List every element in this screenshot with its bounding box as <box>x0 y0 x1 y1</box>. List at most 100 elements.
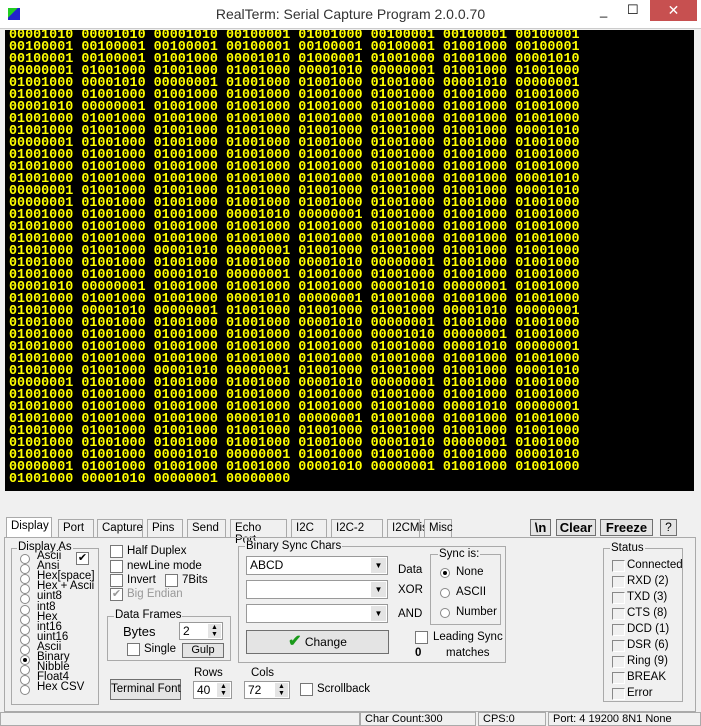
cols-spinner[interactable]: 72 ▲ ▼ <box>244 681 290 699</box>
single-label: Single <box>144 643 176 655</box>
invert-label: Invert <box>127 574 156 586</box>
bytes-spinner[interactable]: 2 ▲ ▼ <box>179 622 223 640</box>
leading-sync-label: Leading Sync <box>433 631 503 643</box>
freeze-button[interactable]: Freeze <box>600 519 653 536</box>
help-button[interactable]: ? <box>660 519 677 536</box>
title-bar: RealTerm: Serial Capture Program 2.0.0.7… <box>0 0 701 29</box>
checkmark-icon: ✔ <box>288 633 302 650</box>
tab-pins[interactable]: Pins <box>147 519 183 537</box>
status-led-icon <box>612 640 625 652</box>
status-label: BREAK <box>627 671 666 683</box>
tab-i2cmisc[interactable]: I2CMisc <box>387 519 434 537</box>
sync-is-option-label: Number <box>456 606 497 618</box>
sync-is-option-label: ASCII <box>456 586 487 598</box>
clear-button[interactable]: Clear <box>556 519 596 536</box>
status-label: Ring (9) <box>627 655 668 667</box>
invert-checkbox[interactable] <box>110 574 123 587</box>
spin-arrows-icon[interactable]: ▲ ▼ <box>275 683 288 697</box>
sync-xor-combo[interactable]: ▼ <box>246 580 388 599</box>
newline-mode-label: newLine mode <box>127 560 202 572</box>
terminal-line: 01001000 00001010 00000001 00000000 <box>9 472 291 487</box>
sync-data-combo[interactable]: ABCD ▼ <box>246 556 388 575</box>
tab-send[interactable]: Send <box>187 519 226 537</box>
tab-i2c[interactable]: I2C <box>291 519 327 537</box>
xor-label: XOR <box>398 584 423 596</box>
cols-label: Cols <box>251 667 275 679</box>
terminal-font-button[interactable]: Terminal Font <box>110 679 181 700</box>
data-label: Data <box>398 564 423 576</box>
char-count: Char Count:300 <box>360 712 476 726</box>
display-as-option-label: Hex CSV <box>37 681 85 694</box>
status-title: Status <box>610 542 645 554</box>
display-as-radio[interactable] <box>20 614 30 625</box>
status-led-icon <box>612 656 625 668</box>
status-led-icon <box>612 576 625 588</box>
big-endian-checkbox: ✔ <box>110 588 123 601</box>
statusbar-blank <box>0 712 360 726</box>
status-label: CTS (8) <box>627 607 668 619</box>
dropdown-arrow-icon[interactable]: ▼ <box>371 606 386 621</box>
bytes-label: Bytes <box>123 624 156 639</box>
sync-is-radio[interactable] <box>440 568 450 578</box>
gulp-button[interactable]: Gulp <box>182 643 224 658</box>
port-info: Port: 4 19200 8N1 None <box>548 712 701 726</box>
dropdown-arrow-icon[interactable]: ▼ <box>371 582 386 597</box>
close-button[interactable]: ✕ <box>650 0 697 21</box>
and-label: AND <box>398 608 423 620</box>
tab-capture[interactable]: Capture <box>97 519 143 537</box>
status-led-icon <box>612 624 625 636</box>
half-duplex-label: Half Duplex <box>127 545 187 557</box>
status-led-icon <box>612 672 625 684</box>
display-as-radio[interactable] <box>20 644 30 655</box>
display-as-radio[interactable] <box>20 655 30 665</box>
status-label: TXD (3) <box>627 591 668 603</box>
sync-is-radio[interactable] <box>440 608 450 618</box>
newline-button[interactable]: \n <box>530 519 551 536</box>
rows-value: 40 <box>197 683 211 697</box>
sync-is-radio[interactable] <box>440 588 450 598</box>
cols-value: 72 <box>248 683 262 697</box>
tab-port[interactable]: Port <box>58 519 94 537</box>
change-label: Change <box>304 635 347 649</box>
bytes-value: 2 <box>183 624 190 638</box>
sync-data-value: ABCD <box>250 558 284 572</box>
window-title: RealTerm: Serial Capture Program 2.0.0.7… <box>215 6 486 22</box>
rows-spinner[interactable]: 40 ▲ ▼ <box>193 681 232 699</box>
sync-is-option-label: None <box>456 566 484 578</box>
tab-i2c-2[interactable]: I2C-2 <box>331 519 383 537</box>
cps: CPS:0 <box>478 712 546 726</box>
display-as-radio[interactable] <box>20 604 30 615</box>
7bits-checkbox[interactable] <box>165 574 178 587</box>
status-led-icon <box>612 560 625 572</box>
minimize-button[interactable]: _ <box>600 3 607 18</box>
status-label: DSR (6) <box>627 639 669 651</box>
spin-arrows-icon[interactable]: ▲ ▼ <box>217 683 230 697</box>
data-frames-title: Data Frames <box>114 609 183 621</box>
tab-misc[interactable]: Misc <box>424 519 453 537</box>
status-label: Connected <box>627 559 683 571</box>
sync-is-title: Sync is: <box>438 548 481 560</box>
maximize-button[interactable]: ☐ <box>627 2 639 18</box>
single-checkbox[interactable] <box>127 643 140 656</box>
status-led-icon <box>612 608 625 620</box>
sync-and-combo[interactable]: ▼ <box>246 604 388 623</box>
leading-sync-checkbox[interactable] <box>415 631 428 644</box>
sync-match-count: 0 <box>415 647 422 659</box>
terminal-output[interactable]: 00001010 00001010 00001010 00100001 0100… <box>5 30 694 491</box>
7bits-label: 7Bits <box>182 574 208 586</box>
tab-display[interactable]: Display <box>6 517 52 537</box>
display-as-checkbox[interactable]: ✔ <box>76 552 89 565</box>
scrollback-checkbox[interactable] <box>300 683 313 696</box>
status-led-icon <box>612 592 625 604</box>
display-as-radio[interactable] <box>20 554 30 564</box>
spin-arrows-icon[interactable]: ▲ ▼ <box>208 624 221 638</box>
display-as-radio[interactable] <box>20 634 30 645</box>
change-button[interactable]: ✔ Change <box>246 630 389 654</box>
binary-sync-title: Binary Sync Chars <box>245 540 343 552</box>
display-as-radio[interactable] <box>20 624 30 635</box>
newline-mode-checkbox[interactable] <box>110 560 123 573</box>
dropdown-arrow-icon[interactable]: ▼ <box>371 558 386 573</box>
half-duplex-checkbox[interactable] <box>110 545 123 558</box>
tab-echo-port[interactable]: Echo Port <box>230 519 287 546</box>
status-label: DCD (1) <box>627 623 670 635</box>
